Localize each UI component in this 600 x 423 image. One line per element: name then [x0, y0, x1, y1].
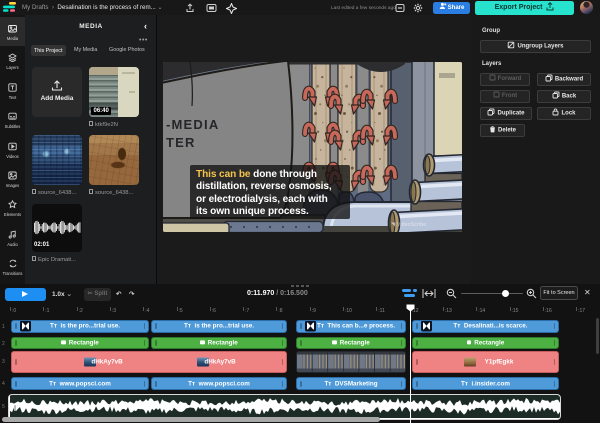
svg-text:TER: TER [166, 135, 196, 150]
svg-text:-MEDIA: -MEDIA [166, 117, 219, 132]
